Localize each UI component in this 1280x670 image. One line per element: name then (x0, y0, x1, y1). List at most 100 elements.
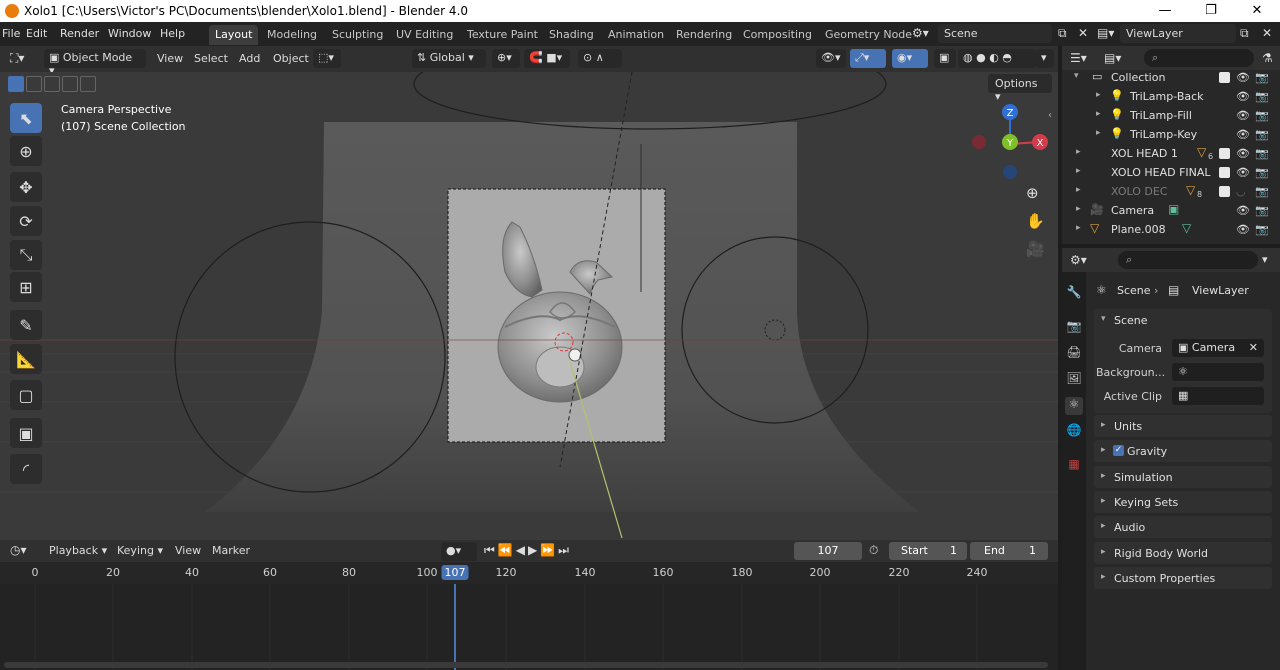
auto-keying-button[interactable]: ●▾ (441, 542, 477, 561)
timeline-area[interactable] (0, 584, 1058, 670)
viewlayer-icon[interactable]: ▤▾ (1097, 26, 1114, 40)
eye-icon[interactable]: 👁 (1236, 109, 1250, 122)
outliner-item-plane[interactable]: ▸ ▽ Plane.008 ▽ 👁 📷 (1062, 220, 1280, 239)
menu-view[interactable]: View (157, 52, 183, 65)
expand-arrow-icon[interactable]: ▸ (1076, 166, 1081, 176)
menu-help[interactable]: Help (160, 27, 185, 40)
gravity-checkbox[interactable]: ✓ (1113, 445, 1124, 456)
tab-modeling[interactable]: Modeling (261, 25, 323, 45)
start-frame-field[interactable]: Start 1 (889, 542, 967, 560)
options-dropdown[interactable]: Options ▾ (988, 74, 1052, 103)
transform-orientation-selector[interactable]: ⇅ Global ▾ (412, 49, 486, 68)
properties-editor-icon[interactable]: ⚙▾ (1070, 253, 1087, 267)
rigid-body-world-panel[interactable]: ▸ Rigid Body World (1094, 542, 1272, 564)
camera-render-icon[interactable]: 📷 (1255, 90, 1269, 103)
background-field[interactable]: ⚛ (1172, 363, 1264, 381)
expand-arrow-icon[interactable]: ▸ (1076, 223, 1081, 233)
pan-hand-icon[interactable]: ✋ (1026, 212, 1045, 230)
3d-viewport[interactable]: Camera Perspective (107) Scene Collectio… (0, 72, 1058, 540)
snap-button[interactable]: 🧲 ■▾ (524, 49, 570, 68)
menu-select[interactable]: Select (194, 52, 228, 65)
mode-selector[interactable]: ▣ Object Mode ▾ (44, 49, 146, 77)
camera-render-icon[interactable]: 📷 (1255, 71, 1269, 84)
menu-object[interactable]: Object (273, 52, 309, 65)
outliner-item-trilamp-fill[interactable]: ▸ 💡 TriLamp-Fill 👁 📷 (1062, 106, 1280, 125)
tab-output-icon[interactable]: 🖨 (1065, 345, 1083, 363)
playback-menu[interactable]: Playback ▾ (44, 542, 114, 561)
expand-arrow-icon[interactable]: ▸ (1096, 128, 1101, 138)
select-invert-icon[interactable] (80, 76, 96, 92)
tab-scene-icon[interactable]: ⚛ (1065, 397, 1083, 415)
units-panel[interactable]: ▸ Units (1094, 415, 1272, 437)
eye-icon[interactable]: 👁 (1236, 147, 1250, 160)
current-frame-field[interactable]: 107 (794, 542, 862, 560)
tool-measure[interactable]: 📐 (10, 344, 42, 374)
tab-animation[interactable]: Animation (602, 25, 670, 45)
toggle-overlays-button[interactable]: ◉▾ (892, 49, 928, 68)
expand-arrow-icon[interactable]: ▸ (1096, 90, 1101, 100)
eye-icon[interactable]: 👁 (1236, 166, 1250, 179)
clear-camera-icon[interactable]: ✕ (1249, 341, 1258, 354)
scene-panel-title[interactable]: Scene (1114, 314, 1148, 327)
tool-move[interactable]: ✥ (10, 172, 42, 202)
chevron-down-icon[interactable]: ▾ (1262, 253, 1268, 266)
outliner-editor-icon[interactable]: ☰▾ (1070, 51, 1087, 65)
outliner-item-camera[interactable]: ▸ 🎥 Camera ▣ 👁 📷 (1062, 201, 1280, 220)
pivot-point-button[interactable]: ⊕▾ (492, 49, 520, 68)
tool-annotate[interactable]: ✎ (10, 310, 42, 340)
camera-render-icon[interactable]: 📷 (1255, 185, 1269, 198)
gravity-panel[interactable]: ▸ ✓ Gravity (1094, 440, 1272, 462)
keying-menu[interactable]: Keying ▾ (112, 542, 168, 561)
proportional-edit-button[interactable]: ⊙ ∧ (578, 49, 622, 68)
select-mode-buttons[interactable] (8, 74, 96, 94)
eye-icon[interactable]: 👁 (1236, 204, 1250, 217)
tab-viewlayer-icon[interactable]: 🖼 (1065, 371, 1083, 389)
tab-sculpting[interactable]: Sculpting (326, 25, 389, 45)
tab-layout[interactable]: Layout (209, 25, 259, 45)
camera-view-icon[interactable]: 🎥 (1026, 240, 1045, 258)
collapse-arrow-icon[interactable]: ▾ (1074, 71, 1079, 81)
outliner-search-input[interactable]: ⌕ (1144, 49, 1254, 67)
end-frame-field[interactable]: End 1 (970, 542, 1048, 560)
timeline-ruler[interactable]: 0 20 40 60 80 100 120 140 160 180 200 22… (0, 562, 1058, 584)
menu-render[interactable]: Render (60, 27, 99, 40)
active-clip-field[interactable]: ▦ (1172, 387, 1264, 405)
outliner-item-collection[interactable]: ▾ ▭ Collection 👁 📷 (1062, 68, 1280, 87)
menu-window[interactable]: Window (108, 27, 151, 40)
eye-icon[interactable]: 👁 (1236, 223, 1250, 236)
simulation-panel[interactable]: ▸ Simulation (1094, 466, 1272, 488)
eye-hidden-icon[interactable]: ◡ (1236, 185, 1246, 198)
editor-type-icon[interactable]: ⛶▾ (10, 51, 24, 66)
remove-viewlayer-icon[interactable]: ✕ (1262, 26, 1272, 40)
tool-add-cube[interactable]: ▢ (10, 380, 42, 410)
scene-selector[interactable]: Scene (938, 24, 1052, 43)
camera-render-icon[interactable]: 📷 (1255, 204, 1269, 217)
menu-edit[interactable]: Edit (26, 27, 47, 40)
display-mode-icon[interactable]: ▤▾ (1104, 51, 1121, 65)
tool-rotate[interactable]: ⟳ (10, 206, 42, 236)
eye-icon[interactable]: 👁 (1236, 71, 1250, 84)
navigation-gizmo[interactable]: Z X Y (968, 102, 1052, 186)
tab-uv-editing[interactable]: UV Editing (390, 25, 459, 45)
chevron-down-icon[interactable]: ▾ (1101, 314, 1106, 324)
tab-geometry-nodes[interactable]: Geometry Node (819, 25, 918, 45)
toggle-gizmos-button[interactable]: ⤢▾ (850, 49, 886, 68)
exclude-checkbox[interactable] (1219, 186, 1230, 197)
expand-arrow-icon[interactable]: ▸ (1076, 204, 1081, 214)
exclude-checkbox[interactable] (1219, 72, 1230, 83)
new-scene-icon[interactable]: ⧉ (1058, 26, 1067, 41)
playback-controls[interactable]: ⏮⏪◀▶⏩⏭ (484, 543, 572, 558)
tool-scale[interactable]: ⤡ (10, 240, 42, 270)
menu-file[interactable]: File (2, 27, 20, 40)
outliner-item-xolo-head-final[interactable]: ▸ XOLO HEAD FINAL 👁 📷 (1062, 163, 1280, 182)
camera-render-icon[interactable]: 📷 (1255, 223, 1269, 236)
eye-icon[interactable]: 👁 (1236, 128, 1250, 141)
keying-sets-panel[interactable]: ▸ Keying Sets (1094, 491, 1272, 513)
tool-transform[interactable]: ⊞ (10, 272, 42, 302)
expand-arrow-icon[interactable]: ▸ (1076, 185, 1081, 195)
eye-icon[interactable]: 👁 (1236, 90, 1250, 103)
exclude-checkbox[interactable] (1219, 148, 1230, 159)
camera-render-icon[interactable]: 📷 (1255, 166, 1269, 179)
select-subtract-icon[interactable] (44, 76, 60, 92)
select-extend-icon[interactable] (26, 76, 42, 92)
